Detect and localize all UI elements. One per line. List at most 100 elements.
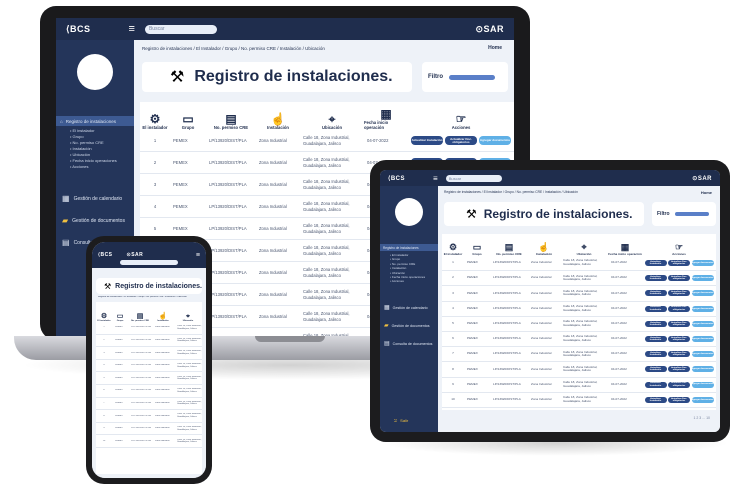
sidebar-item-calendario[interactable]: ▦ Gestión de calendario xyxy=(384,304,428,311)
pagination[interactable]: 1 2 3 ... 10 xyxy=(693,416,710,420)
tools-icon: ⚒ xyxy=(170,69,185,86)
update-docs-button[interactable]: Actualizar Doc. obligatorios xyxy=(668,320,690,327)
update-docs-button[interactable]: Actualizar Doc. obligatorios xyxy=(668,351,690,358)
table-cell-ubicacion: Calle 18, Zona Industrial, Guadalajara, … xyxy=(177,425,202,431)
update-installation-button[interactable]: Actualizar Instalación xyxy=(644,290,667,297)
sidebar-subitem[interactable]: • Acciones xyxy=(70,164,117,170)
page-title: Registro de instalaciones. xyxy=(115,282,202,290)
add-documents-button[interactable]: Agregar documentos xyxy=(691,351,714,358)
filter-input[interactable] xyxy=(674,212,709,216)
sidebar-subitem-label: Instalación xyxy=(72,146,92,151)
update-installation-button[interactable]: Actualizar Instalación xyxy=(644,275,667,282)
hamburger-icon[interactable]: ≡ xyxy=(129,23,135,35)
table-cell-instalacion: Zona Industrial xyxy=(531,352,552,356)
table-cell-permiso: LP/13920/DIST/PLA xyxy=(493,382,521,386)
house-icon: ⌂ xyxy=(60,118,63,124)
table-row: 2 PEMEX LP/13920/DIST/PLA Zona Industrial Ca… xyxy=(96,335,202,348)
search-input[interactable]: Buscar xyxy=(144,24,217,34)
laptop-notch xyxy=(255,336,325,342)
update-installation-button[interactable]: Actualizar Instalación xyxy=(644,366,667,373)
table-cell-num: 9 xyxy=(103,427,105,430)
sidebar-item-label: Consulta de documentos xyxy=(392,341,433,346)
table-cell-fecha: 04-07-2022 xyxy=(611,291,627,295)
hamburger-icon[interactable]: ≡ xyxy=(433,174,438,183)
add-documents-button[interactable]: Agregar documentos xyxy=(691,336,714,343)
search-input[interactable]: Buscar xyxy=(445,174,502,182)
sidebar-subitem-label: El instalador xyxy=(391,253,409,257)
logout-button[interactable]: ⎋ Salir xyxy=(394,418,408,423)
table-row: 2 PEMEX LP/13920/DIST/PLA Zona Industrial Ca… xyxy=(442,271,716,287)
update-docs-button[interactable]: Actualizar Doc. obligatorios xyxy=(668,275,690,282)
home-link[interactable]: Home xyxy=(701,190,712,195)
table-cell-ubicacion: Calle 18, Zona Industrial, Guadalajara, … xyxy=(563,259,598,267)
table-cell-permiso: LP/13920/DIST/PLA xyxy=(209,203,247,209)
table-cell-num: 3 xyxy=(103,351,105,354)
update-docs-button[interactable]: Actualizar Doc. obligatorios xyxy=(668,381,690,388)
table-cell-ubicacion: Calle 18, Zona Industrial, Guadalajara, … xyxy=(303,311,350,322)
table-cell-instalacion: Zona Industrial xyxy=(259,247,287,253)
sidebar-item-gestion-documentos[interactable]: ▰ Gestión de documentos xyxy=(62,216,125,225)
gear-icon: ⚙ xyxy=(448,242,458,252)
table-cell-ubicacion: Calle 18, Zona Industrial, Guadalajara, … xyxy=(177,362,202,368)
update-installation-button[interactable]: Actualizar Instalación xyxy=(644,260,667,267)
add-documents-button[interactable]: Agregar documentos xyxy=(479,136,511,145)
bcs-logo: ⟨BCS xyxy=(66,23,91,34)
update-docs-button[interactable]: Actualizar Doc. obligatorios xyxy=(668,305,690,312)
add-documents-button[interactable]: Agregar documentos xyxy=(691,260,714,267)
add-documents-button[interactable]: Agregar documentos xyxy=(691,366,714,373)
main-content: ⚒ Registro de instalaciones. Registro de… xyxy=(92,268,206,478)
table-cell-instalacion: Zona Industrial xyxy=(531,337,552,341)
update-installation-button[interactable]: Actualizar Instalación xyxy=(644,320,667,327)
device-mockup-scene: ⟨BCS ≡ Buscar ⊙SAR ⌂ Registro de instalac… xyxy=(0,0,733,489)
update-installation-button[interactable]: Actualizar Instalación xyxy=(644,336,667,343)
column-header-label: Instalación xyxy=(535,252,553,256)
update-installation-button[interactable]: Actualizar Instalación xyxy=(644,396,667,403)
column-header: ▤ No. permiso CRE xyxy=(128,302,152,322)
table-cell-instalacion: Zona Industrial xyxy=(531,306,552,310)
installations-table: ⚙ El instalador ▭ Grupo ▤ No. permiso CRE ☝ Ins… xyxy=(96,302,202,474)
home-link[interactable]: Home xyxy=(488,45,502,51)
update-docs-button[interactable]: Actualizar Doc. obligatorios xyxy=(668,260,690,267)
add-documents-button[interactable]: Agregar documentos xyxy=(691,290,714,297)
filter-input[interactable] xyxy=(449,74,495,80)
table-cell-permiso: LP/13920/DIST/PLA xyxy=(209,269,247,275)
table-row: 6 PEMEX LP/13920/DIST/PLA Zona Industrial Ca… xyxy=(442,332,716,348)
update-docs-button[interactable]: Actualizar Doc. obligatorios xyxy=(668,336,690,343)
update-installation-button[interactable]: Actualizar Instalación xyxy=(644,305,667,312)
sidebar-item-gestion-documentos[interactable]: ▰ Gestión de documentos xyxy=(384,322,430,329)
tablet-screen: ⟨BCS ≡ Buscar ⊙SAR Registro de instalaci… xyxy=(380,170,720,432)
add-documents-button[interactable]: Agregar documentos xyxy=(691,305,714,312)
sidebar-subitem-label: Grupo xyxy=(391,257,401,262)
column-header: ⌖ Ubicación xyxy=(560,234,608,257)
update-installation-button[interactable]: Actualizar Instalación xyxy=(644,351,667,358)
add-documents-button[interactable]: Agregar documentos xyxy=(691,320,714,327)
update-docs-button[interactable]: Actualizar Doc. obligatorios xyxy=(668,396,690,403)
permit-icon: ▤ xyxy=(136,313,144,320)
table-cell-instalacion: Zona Industrial xyxy=(155,339,170,342)
update-docs-button[interactable]: Actualizar Doc. obligatorios xyxy=(445,136,477,145)
table-cell-instalacion: Zona Industrial xyxy=(531,291,552,295)
table-cell-grupo: PEMEX xyxy=(115,351,123,354)
table-cell-ubicacion: Calle 18, Zona Industrial, Guadalajara, … xyxy=(563,335,598,343)
update-docs-button[interactable]: Actualizar Doc. obligatorios xyxy=(668,366,690,373)
search-input[interactable] xyxy=(120,260,178,265)
calendar-icon: ▦ xyxy=(620,242,630,252)
update-docs-button[interactable]: Actualizar Doc. obligatorios xyxy=(668,290,690,297)
sidebar-subitem-label: Ubicación xyxy=(72,152,91,157)
table-cell-instalacion: Zona Industrial xyxy=(259,203,287,209)
add-documents-button[interactable]: Agregar documentos xyxy=(691,396,714,403)
sidebar-item-consulta-documentos[interactable]: ▤Consulta de documentos xyxy=(384,340,432,347)
hamburger-icon[interactable]: ≡ xyxy=(196,252,200,259)
sidebar-item-calendario[interactable]: ▦ Gestión de calendario xyxy=(62,194,122,203)
table-cell-instalacion: Zona Industrial xyxy=(155,439,170,442)
filter-label: Filtro xyxy=(657,211,670,217)
table-cell-ubicacion: Calle 18, Zona Industrial, Guadalajara, … xyxy=(563,396,598,403)
add-documents-button[interactable]: Agregar documentos xyxy=(691,381,714,388)
table-cell-num: 6 xyxy=(103,389,105,392)
update-installation-button[interactable]: Actualizar Instalación xyxy=(411,136,443,145)
sidebar-item-registro[interactable]: Registro de instalaciones xyxy=(380,244,438,251)
sidebar-subitem[interactable]: • Acciones xyxy=(390,279,425,283)
add-documents-button[interactable]: Agregar documentos xyxy=(691,275,714,282)
sidebar-item-registro[interactable]: ⌂ Registro de instalaciones xyxy=(56,116,134,126)
update-installation-button[interactable]: Actualizar Instalación xyxy=(644,381,667,388)
